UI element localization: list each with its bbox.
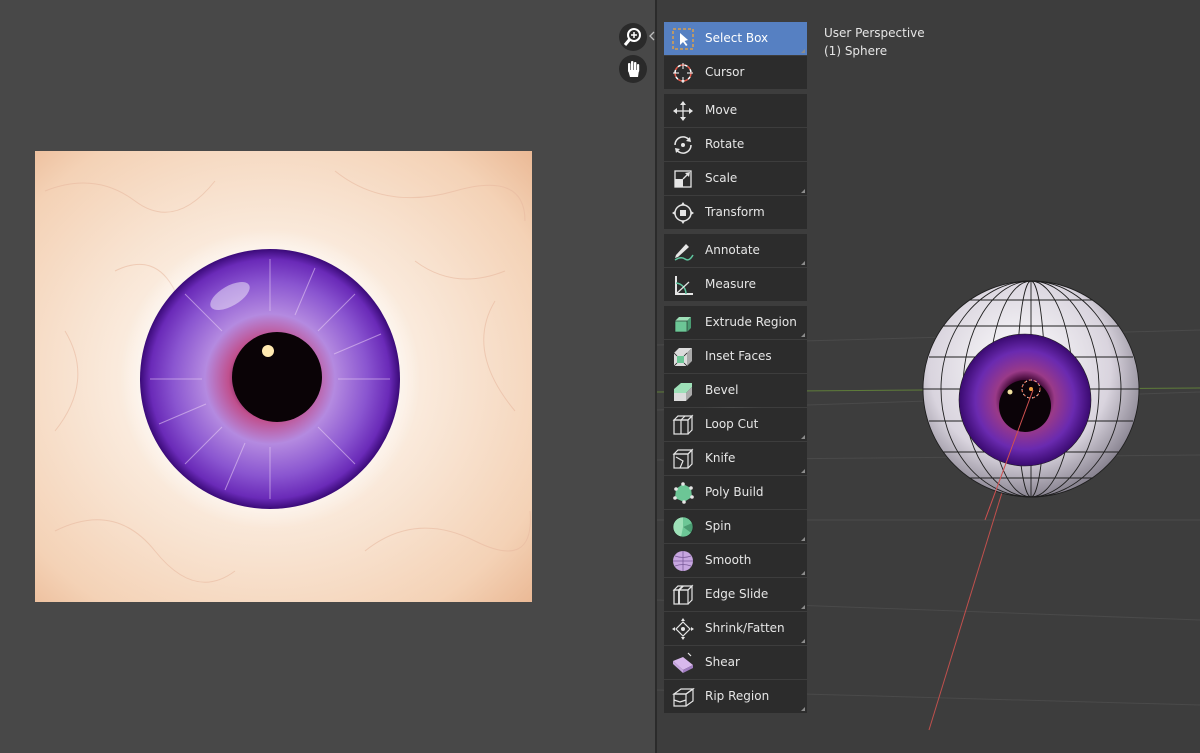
tool-label: Loop Cut <box>705 417 759 431</box>
tool-variants-indicator <box>801 605 805 609</box>
tool-label: Measure <box>705 277 756 291</box>
tool-move[interactable]: Move <box>664 94 807 127</box>
tool-extrude-region[interactable]: Extrude Region <box>664 306 807 339</box>
measure-icon <box>675 276 693 295</box>
tool-label: Edge Slide <box>705 587 769 601</box>
smooth-icon <box>673 551 693 571</box>
tool-variants-indicator <box>801 469 805 473</box>
tool-knife[interactable]: Knife <box>664 442 807 475</box>
cursor-icon <box>673 63 693 83</box>
tool-scale[interactable]: Scale <box>664 162 807 195</box>
tool-variants-indicator <box>801 261 805 265</box>
rip-region-icon <box>672 687 695 707</box>
bevel-icon <box>674 383 692 401</box>
tool-shrink-fatten[interactable]: Shrink/Fatten <box>664 612 807 645</box>
tool-label: Smooth <box>705 553 752 567</box>
edge-slide-icon <box>672 584 694 605</box>
tool-select-box[interactable]: Select Box <box>664 22 807 55</box>
tool-edge-slide[interactable]: Edge Slide <box>664 578 807 611</box>
tool-label: Move <box>705 103 738 117</box>
tool-label: Poly Build <box>705 485 764 499</box>
annotate-icon <box>674 244 694 261</box>
loop-cut-icon <box>672 414 694 435</box>
tool-annotate[interactable]: Annotate <box>664 234 807 267</box>
transform-icon <box>672 202 694 224</box>
shear-icon <box>673 652 693 673</box>
inset-faces-icon <box>673 348 692 367</box>
tool-label: Rip Region <box>705 689 770 703</box>
viewport-active-object: (1) Sphere <box>824 44 888 58</box>
tool-transform[interactable]: Transform <box>664 196 807 229</box>
tool-label: Inset Faces <box>705 349 772 363</box>
poly-build-icon <box>673 482 694 504</box>
zoom-view-button[interactable] <box>619 23 647 51</box>
uv-image-editor[interactable] <box>0 0 655 753</box>
tool-label: Annotate <box>705 243 760 257</box>
scale-icon <box>674 170 692 188</box>
tool-label: Scale <box>705 171 738 185</box>
tool-loop-cut[interactable]: Loop Cut <box>664 408 807 441</box>
tool-variants-indicator <box>801 707 805 711</box>
tool-cursor[interactable]: Cursor <box>664 56 807 89</box>
zoom-in-icon <box>623 28 641 46</box>
tool-label: Rotate <box>705 137 745 151</box>
tool-label: Transform <box>705 205 765 219</box>
shrink-fatten-icon <box>672 618 694 640</box>
tool-label: Knife <box>705 451 736 465</box>
tool-variants-indicator <box>801 189 805 193</box>
viewport-view-name: User Perspective <box>824 26 925 40</box>
move-icon <box>673 101 693 121</box>
tool-label: Shrink/Fatten <box>705 621 785 635</box>
tool-label: Cursor <box>705 65 745 79</box>
tool-label: Select Box <box>705 31 769 45</box>
extrude-region-icon <box>674 317 691 333</box>
tool-rotate[interactable]: Rotate <box>664 128 807 161</box>
rotate-icon <box>674 136 692 154</box>
pan-view-button[interactable] <box>619 55 647 83</box>
tool-shear[interactable]: Shear <box>664 646 807 679</box>
eye-texture-image <box>35 151 532 602</box>
tool-variants-indicator <box>801 571 805 575</box>
tool-label: Shear <box>705 655 740 669</box>
viewport-info: User Perspective (1) Sphere <box>824 24 925 60</box>
tool-poly-build[interactable]: Poly Build <box>664 476 807 509</box>
tool-variants-indicator <box>801 435 805 439</box>
tool-smooth[interactable]: Smooth <box>664 544 807 577</box>
tool-label: Extrude Region <box>705 315 797 329</box>
tool-label: Spin <box>705 519 732 533</box>
tool-rip-region[interactable]: Rip Region <box>664 680 807 713</box>
tool-bevel[interactable]: Bevel <box>664 374 807 407</box>
spin-icon <box>672 516 694 538</box>
tool-measure[interactable]: Measure <box>664 268 807 301</box>
tool-label: Bevel <box>705 383 739 397</box>
tool-inset-faces[interactable]: Inset Faces <box>664 340 807 373</box>
hand-pan-icon <box>628 61 640 77</box>
tool-variants-indicator <box>801 333 805 337</box>
select-box-icon <box>672 28 694 50</box>
tool-variants-indicator <box>801 639 805 643</box>
knife-icon <box>672 448 694 469</box>
tool-variants-indicator <box>801 49 805 53</box>
tool-shelf: Select Box Cursor Move Rotate Scale Tran… <box>664 22 807 714</box>
tool-variants-indicator <box>801 537 805 541</box>
tool-spin[interactable]: Spin <box>664 510 807 543</box>
